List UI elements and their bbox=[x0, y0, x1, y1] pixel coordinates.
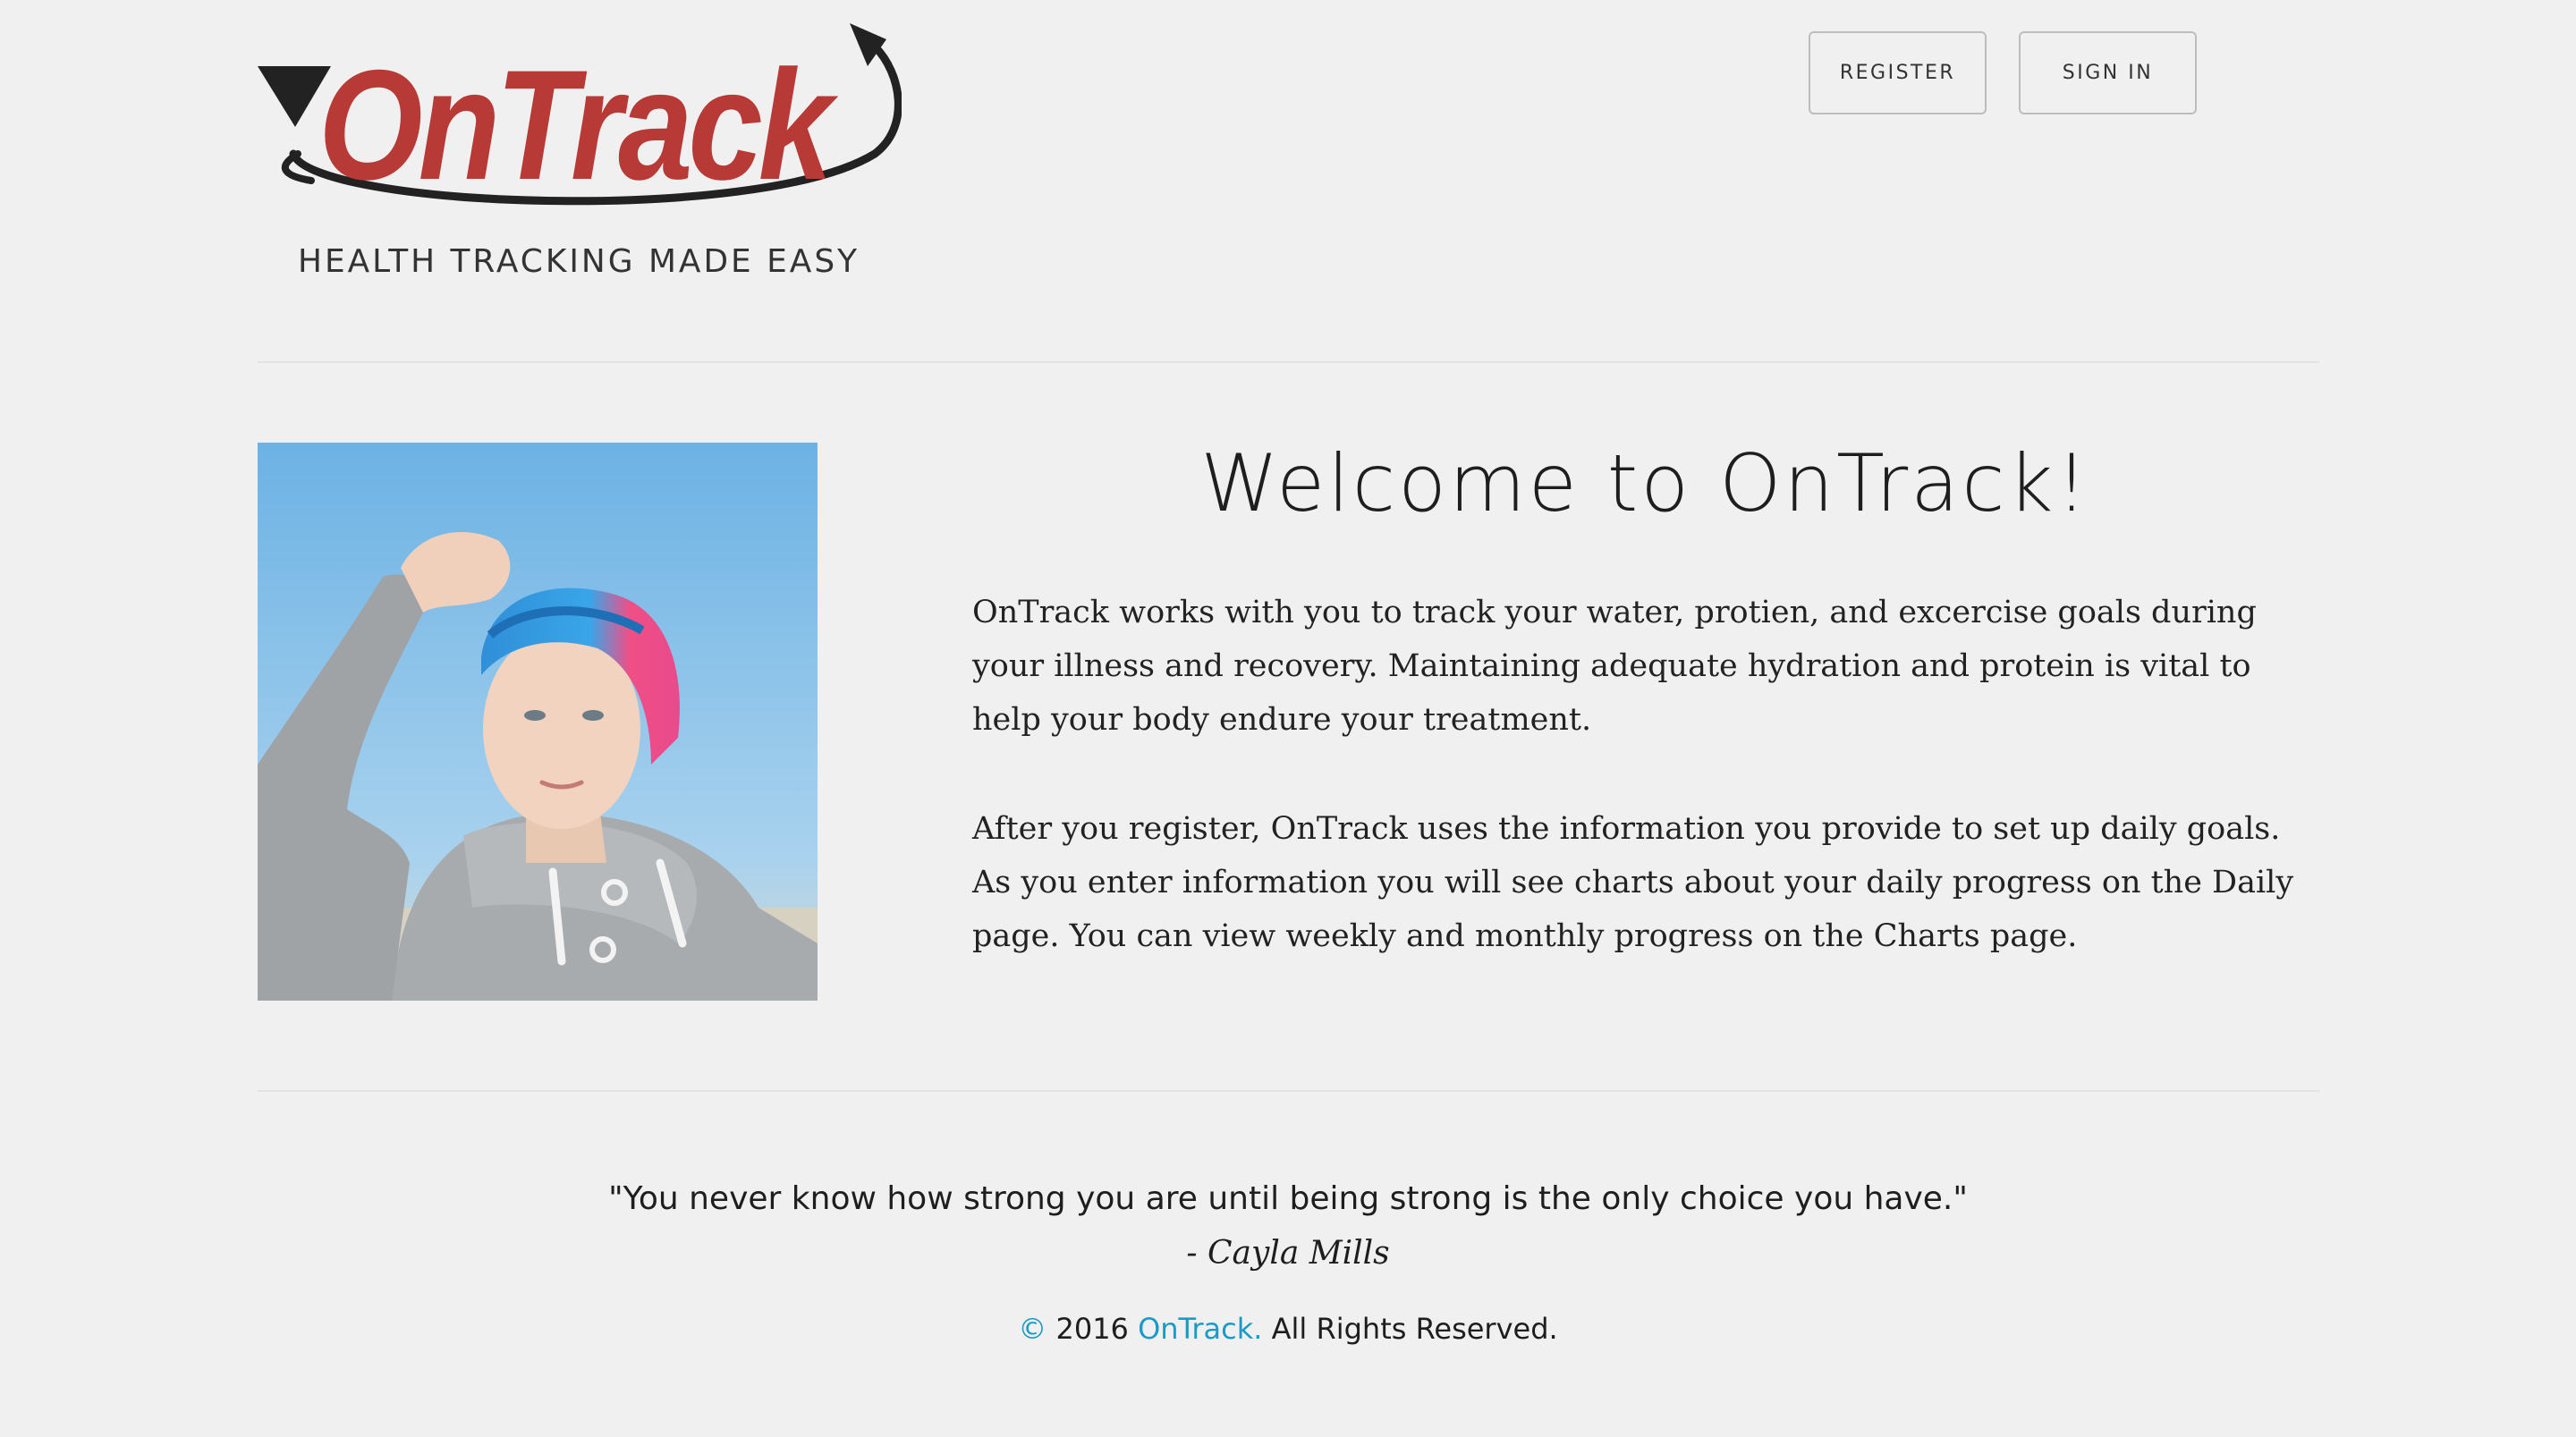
copyright-year: 2016 bbox=[1055, 1312, 1129, 1346]
inspirational-quote: "You never know how strong you are until… bbox=[608, 1180, 1968, 1217]
register-button[interactable]: REGISTER bbox=[1809, 31, 1987, 114]
ontrack-logo[interactable]: OnTrack HEALTH TRACKING MADE EASY bbox=[258, 20, 902, 288]
footer-brand-link[interactable]: OnTrack. bbox=[1138, 1312, 1262, 1346]
logo-wordmark: OnTrack bbox=[318, 38, 839, 213]
intro-paragraph: After you register, OnTrack uses the inf… bbox=[972, 811, 2294, 954]
sign-in-button[interactable]: SIGN IN bbox=[2019, 31, 2197, 114]
intro-paragraph: OnTrack works with you to track your wat… bbox=[972, 595, 2257, 738]
logo-tagline: HEALTH TRACKING MADE EASY bbox=[298, 243, 860, 280]
bottom-divider bbox=[258, 1090, 2319, 1092]
footer-rights-text: All Rights Reserved. bbox=[1271, 1312, 1558, 1346]
welcome-title: Welcome to OnTrack! bbox=[1200, 437, 2090, 529]
top-divider bbox=[258, 361, 2319, 363]
hero-photo bbox=[258, 443, 818, 1001]
quote-author: - Cayla Mills bbox=[1186, 1235, 1390, 1272]
copyright-symbol: © bbox=[1018, 1312, 1047, 1346]
footer-copyright: © 2016 OnTrack. All Rights Reserved. bbox=[0, 1312, 2576, 1346]
